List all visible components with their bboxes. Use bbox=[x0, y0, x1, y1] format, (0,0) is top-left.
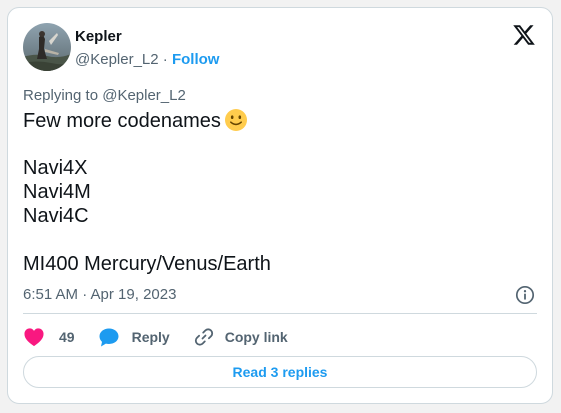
reply-label: Reply bbox=[131, 329, 170, 345]
read-replies-button[interactable]: Read 3 replies bbox=[23, 356, 537, 388]
replying-to-label: Replying to @Kepler_L2 bbox=[23, 87, 186, 104]
action-bar: 49 Reply Copy link bbox=[23, 326, 288, 348]
author-handle[interactable]: @Kepler_L2 bbox=[75, 51, 159, 68]
copy-link-label: Copy link bbox=[224, 329, 288, 345]
slightly-smiling-face-emoji-icon bbox=[224, 109, 247, 131]
handle-separator: · bbox=[162, 51, 168, 68]
reply-bubble-icon bbox=[99, 328, 119, 346]
tweet-line-5: MI400 Mercury/Venus/Earth bbox=[23, 253, 271, 275]
tweet-card: Kepler @Kepler_L2 · Follow Replying to @… bbox=[7, 7, 553, 404]
divider bbox=[23, 313, 537, 314]
tweet-line-3: Navi4M bbox=[23, 181, 91, 203]
author-name[interactable]: Kepler bbox=[75, 28, 122, 46]
tweet-line-2: Navi4X bbox=[23, 157, 88, 179]
follow-button[interactable]: Follow bbox=[172, 51, 220, 68]
avatar[interactable] bbox=[23, 23, 71, 71]
x-logo-icon[interactable] bbox=[512, 23, 536, 47]
copy-link-button[interactable]: Copy link bbox=[194, 327, 288, 347]
author-handle-line: @Kepler_L2 · Follow bbox=[75, 51, 219, 69]
like-button[interactable]: 49 bbox=[23, 327, 98, 347]
tweet-line-1: Few more codenames bbox=[23, 108, 523, 132]
avatar-image bbox=[23, 23, 71, 71]
heart-icon bbox=[24, 328, 44, 347]
link-icon bbox=[194, 328, 213, 346]
tweet-timestamp[interactable]: 6:51 AM · Apr 19, 2023 bbox=[23, 286, 176, 304]
tweet-line-1-text: Few more codenames bbox=[23, 110, 221, 132]
info-icon[interactable] bbox=[515, 285, 535, 305]
tweet-text: Few more codenames Navi4X Navi4M Navi4C … bbox=[23, 108, 523, 276]
reply-button[interactable]: Reply bbox=[98, 327, 194, 348]
tweet-line-4: Navi4C bbox=[23, 205, 89, 227]
like-count: 49 bbox=[59, 329, 75, 345]
